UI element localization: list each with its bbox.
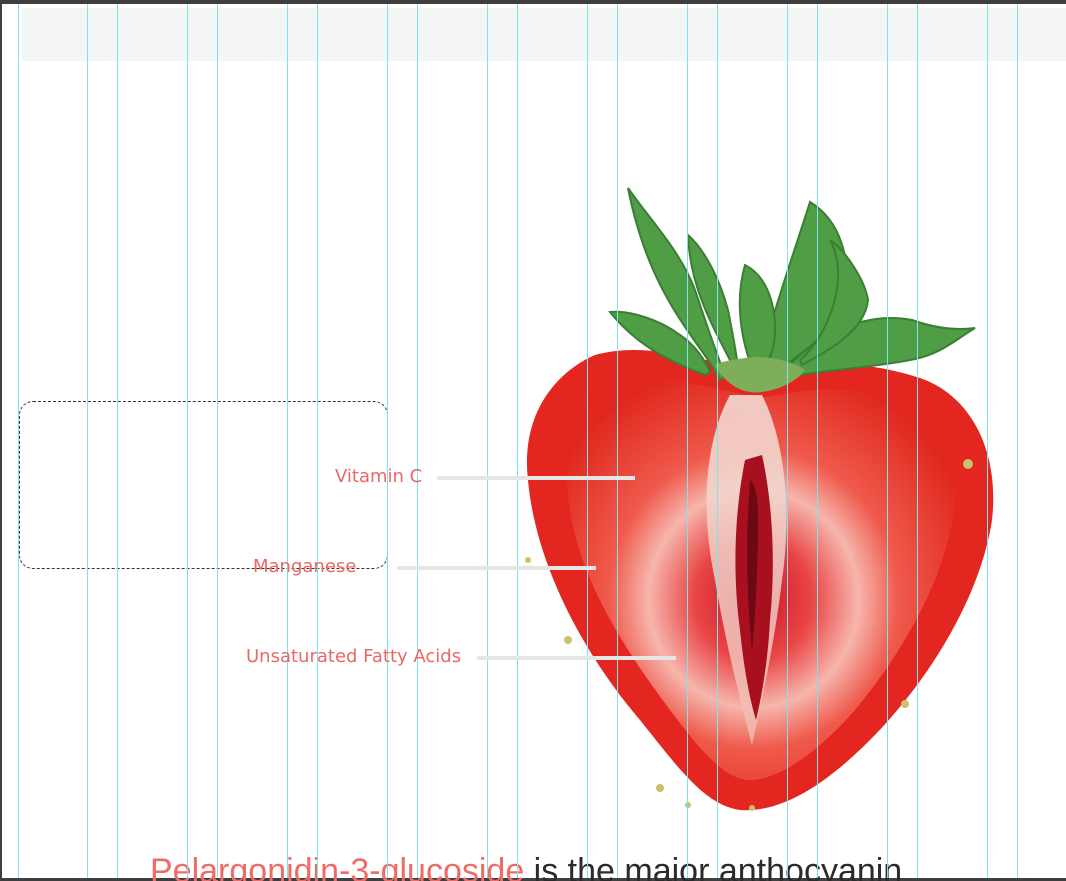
guide-line [1017,4,1018,878]
guide-line [187,4,188,878]
design-canvas: Vitamin C Manganese Unsaturated Fatty Ac… [0,0,1066,881]
window-frame-top [0,0,1066,4]
guide-line [717,4,718,878]
guide-line [87,4,88,878]
guide-line [287,4,288,878]
guide-line [687,4,688,878]
label-unsaturated-fatty-acids: Unsaturated Fatty Acids [246,646,462,667]
leader-line-vitamin-c [437,476,635,480]
guide-line [787,4,788,878]
label-manganese: Manganese [253,556,357,577]
leader-line-manganese [397,566,596,570]
leader-line-fatty-acids [477,656,676,660]
guide-line [587,4,588,878]
selection-box[interactable] [19,401,388,569]
guide-line [517,4,518,878]
guide-line [117,4,118,878]
guide-line [417,4,418,878]
guide-line [487,4,488,878]
top-bar [22,8,1066,61]
guide-line [887,4,888,878]
caption-highlight: Pelargonidin-3-glucoside [150,852,525,881]
label-vitamin-c: Vitamin C [335,466,423,487]
guide-line [617,4,618,878]
guide-line [387,4,388,878]
guide-line [317,4,318,878]
caption-text: is the major anthocyanin [524,852,903,881]
guide-line [18,4,19,878]
guide-line [217,4,218,878]
window-frame-left [0,0,2,881]
guide-line [917,4,918,878]
guide-line [987,4,988,878]
strawberry-image [525,187,994,811]
guide-line [817,4,818,878]
